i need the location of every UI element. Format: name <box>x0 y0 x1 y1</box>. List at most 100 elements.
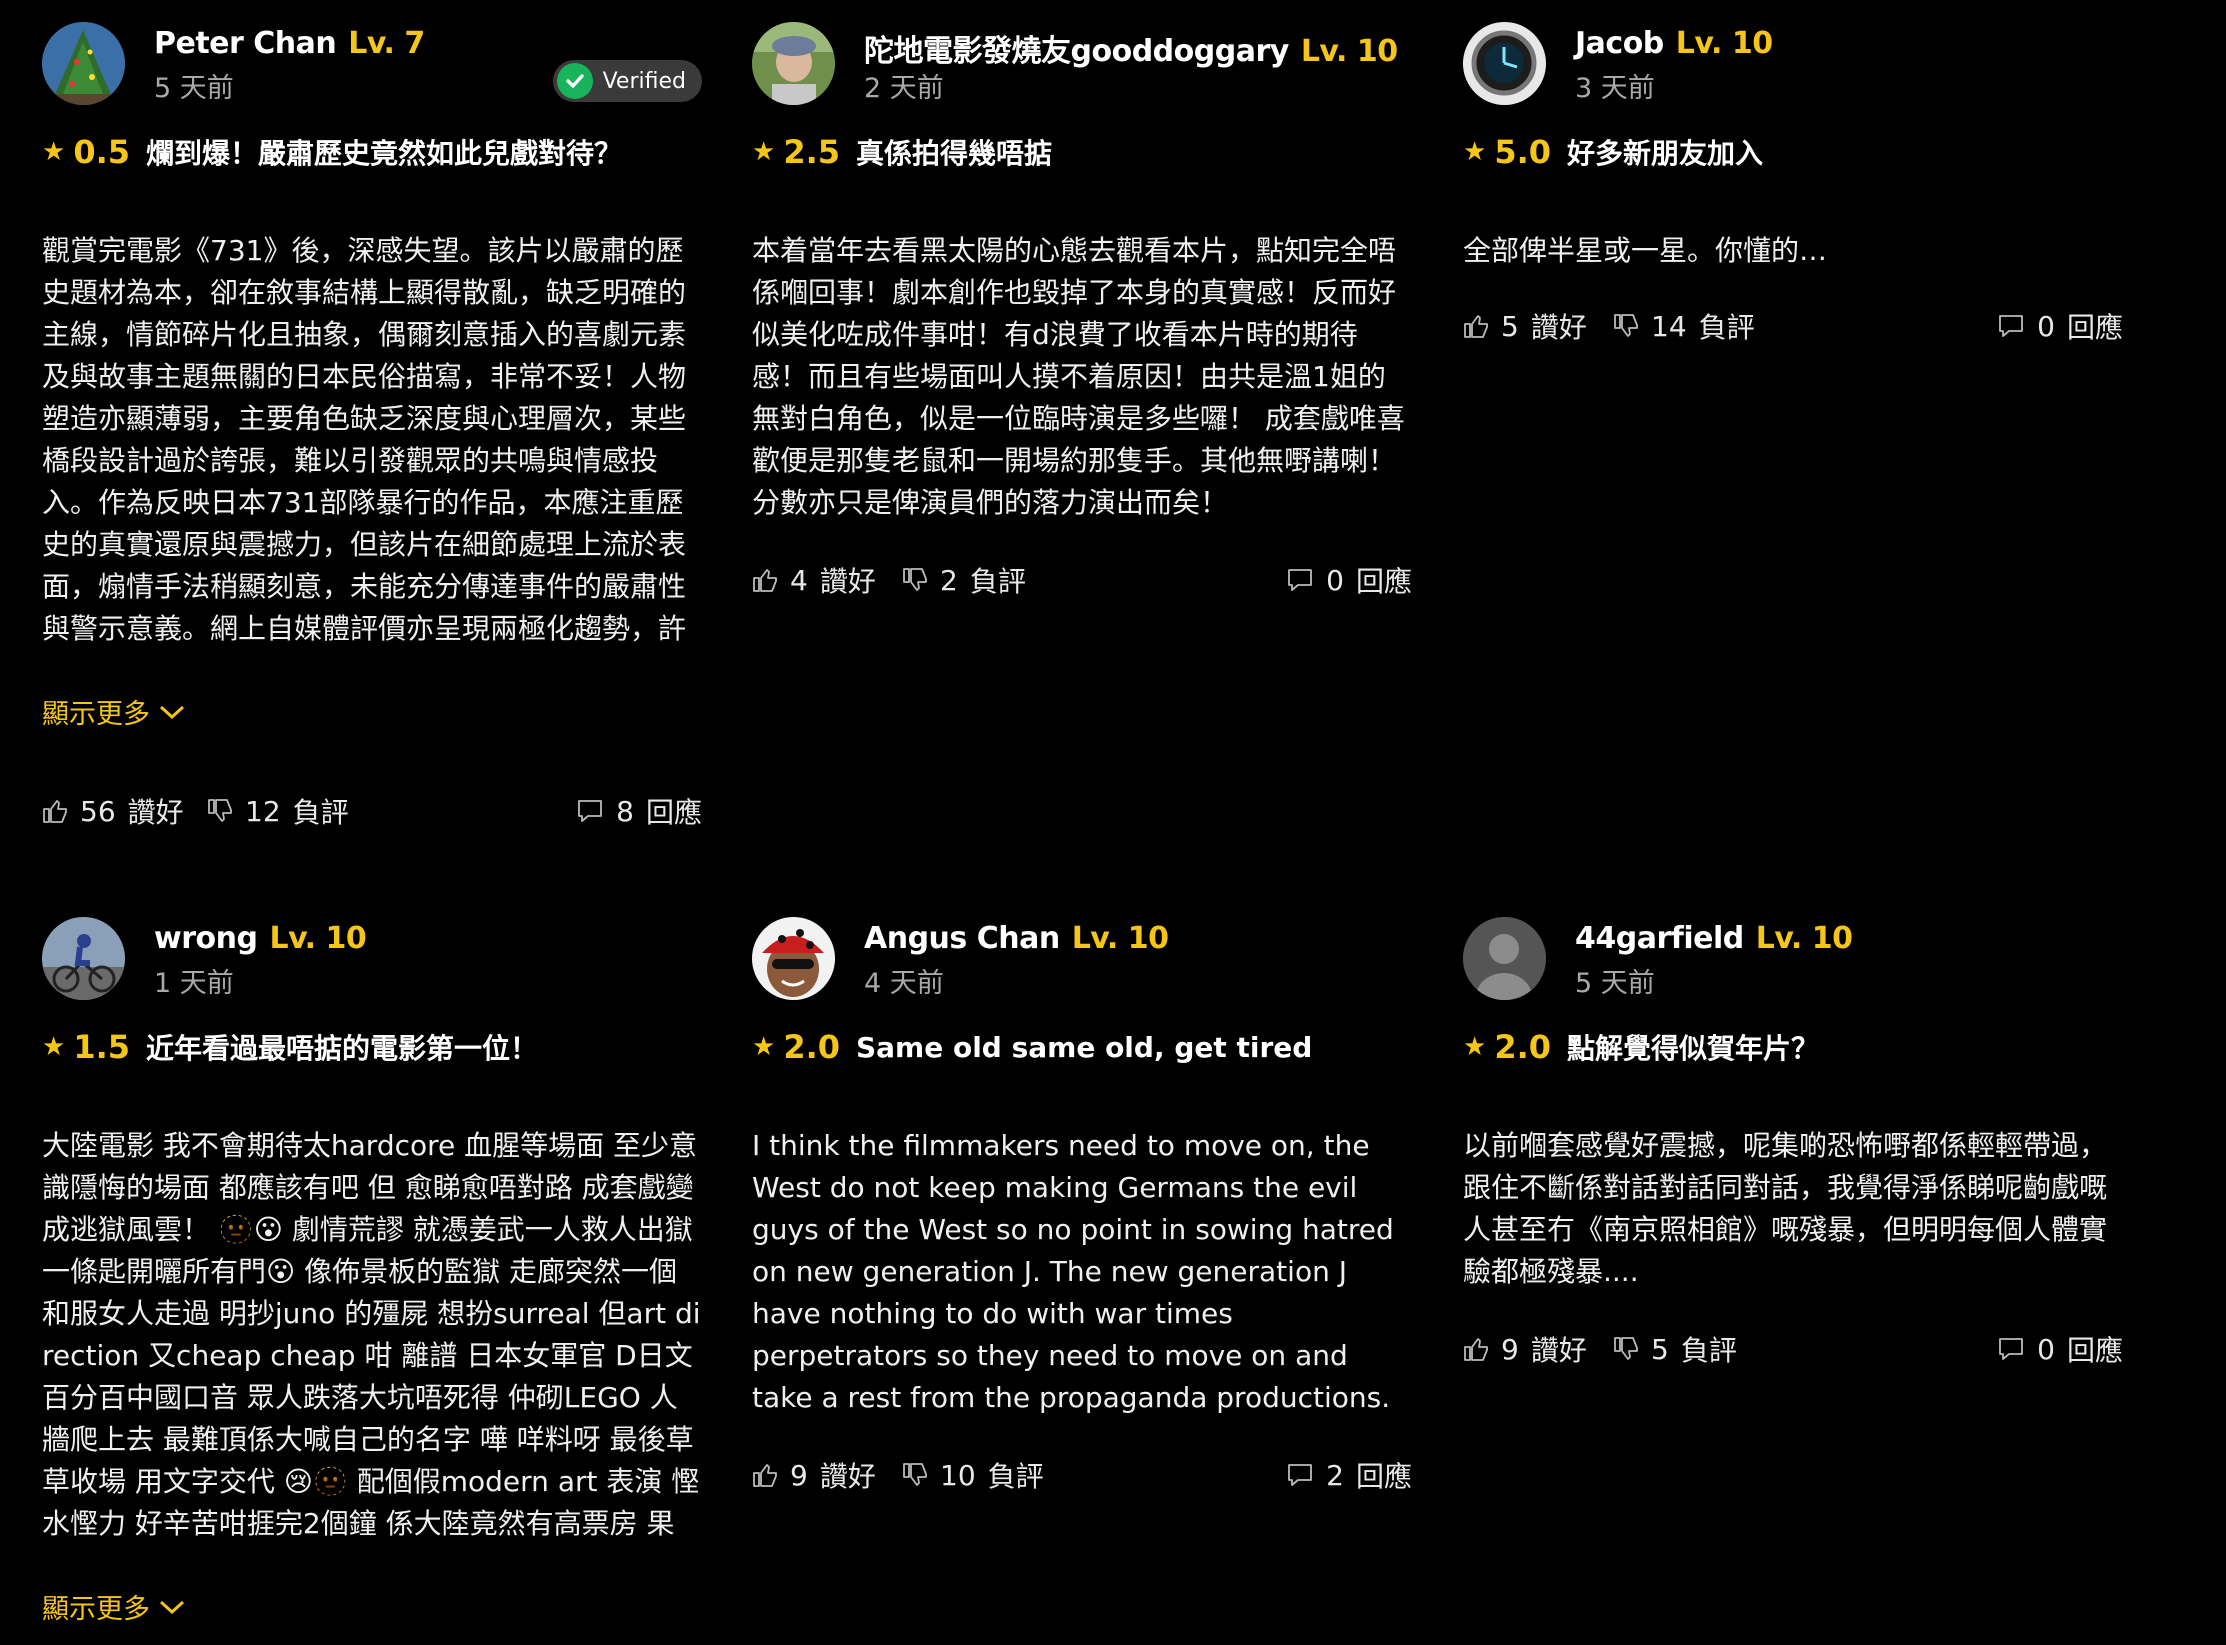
like-count: 56 <box>80 794 116 828</box>
reply-label: 回應 <box>1355 565 1412 598</box>
review-body: 觀賞完電影《731》後，深感失望。該片以嚴肅的歷史題材為本，卻在敘事結構上顯得散… <box>42 234 687 645</box>
rating-row: ★ 0.5 爛到爆！嚴肅歷史竟然如此兒戲對待？ <box>42 132 702 172</box>
thumbs-up-icon <box>753 1464 777 1487</box>
review-header: Angus Chan Lv. 10 4 天前 <box>752 915 1412 1001</box>
chevron-down-icon <box>159 1600 185 1614</box>
comment-icon <box>1999 1338 2024 1360</box>
reply-button[interactable]: 0 回應 <box>1286 560 1412 600</box>
dislike-button[interactable]: 12 負評 <box>207 791 349 831</box>
review-card: Jacob Lv. 10 3 天前 ★ 5.0 好多新朋友加入 全部俾半星或一星。… <box>1463 20 2123 350</box>
username[interactable]: Peter Chan Lv. 7 <box>154 26 425 61</box>
review-header: Jacob Lv. 10 3 天前 <box>1463 20 2123 106</box>
check-icon <box>556 63 593 99</box>
verified-label: Verified <box>602 68 686 94</box>
star-icon: ★ <box>1463 137 1487 167</box>
like-count: 5 <box>1501 309 1519 343</box>
avatar[interactable] <box>1463 22 1546 105</box>
comment-icon <box>1288 569 1313 591</box>
dislike-count: 12 <box>245 794 281 828</box>
thumbs-up-icon <box>1464 315 1488 338</box>
like-label: 讚好 <box>127 796 184 829</box>
action-bar: 5 讚好 14 負評 0 回應 <box>1463 306 2123 350</box>
rating-row: ★ 2.0 點解覺得似賀年片？ <box>1463 1027 2123 1067</box>
user-level: Lv. 10 <box>1755 921 1853 956</box>
dislike-count: 10 <box>940 1458 976 1492</box>
thumbs-down-icon <box>1614 314 1638 337</box>
reply-label: 回應 <box>2066 1334 2123 1367</box>
dislike-button[interactable]: 2 負評 <box>902 560 1026 600</box>
dislike-count: 5 <box>1651 1332 1669 1366</box>
reply-count: 8 <box>616 794 634 828</box>
dislike-button[interactable]: 10 負評 <box>902 1455 1044 1495</box>
reply-button[interactable]: 0 回應 <box>1997 306 2123 346</box>
star-icon: ★ <box>752 137 776 167</box>
comment-icon <box>1288 1464 1313 1486</box>
reply-count: 0 <box>2037 1332 2055 1366</box>
review-card: wrong Lv. 10 1 天前 ★ 1.5 近年看過最唔掂的電影第一位！ 大陸… <box>42 915 702 1626</box>
user-level: Lv. 10 <box>1675 26 1773 61</box>
rating-row: ★ 5.0 好多新朋友加入 <box>1463 132 2123 172</box>
avatar[interactable] <box>1463 917 1546 1000</box>
dislike-label: 負評 <box>987 1460 1044 1493</box>
star-icon: ★ <box>752 1032 776 1062</box>
like-button[interactable]: 9 讚好 <box>1463 1329 1587 1369</box>
like-count: 9 <box>1501 1332 1519 1366</box>
review-title: 好多新朋友加入 <box>1567 137 1764 170</box>
reply-button[interactable]: 2 回應 <box>1286 1455 1412 1495</box>
rating-score: 2.0 <box>783 1028 840 1066</box>
dislike-button[interactable]: 14 負評 <box>1613 306 1755 346</box>
rating-score: 2.5 <box>783 133 840 171</box>
review-time: 1 天前 <box>154 968 234 999</box>
dislike-button[interactable]: 5 負評 <box>1613 1329 1737 1369</box>
dislike-count: 2 <box>940 563 958 597</box>
thumbs-down-icon <box>208 799 232 822</box>
user-level: Lv. 7 <box>348 26 425 61</box>
username[interactable]: 陀地電影發燒友gooddoggary Lv. 10 <box>864 26 1398 70</box>
like-label: 讚好 <box>819 565 876 598</box>
rating-score: 5.0 <box>1494 133 1551 171</box>
review-card: Peter Chan Lv. 7 5 天前 Verified ★ 0.5 爛到爆！… <box>42 20 702 835</box>
show-more-button[interactable]: 顯示更多 <box>42 692 702 731</box>
reply-button[interactable]: 0 回應 <box>1997 1329 2123 1369</box>
username[interactable]: Angus Chan Lv. 10 <box>864 921 1169 956</box>
reply-label: 回應 <box>1355 1460 1412 1493</box>
avatar[interactable] <box>42 22 125 105</box>
dislike-count: 14 <box>1651 309 1687 343</box>
rating-row: ★ 2.5 真係拍得幾唔掂 <box>752 132 1412 172</box>
thumbs-down-icon <box>903 1463 927 1486</box>
review-body: 全部俾半星或一星。你懂的… <box>1463 234 1828 267</box>
show-more-button[interactable]: 顯示更多 <box>42 1587 702 1626</box>
comment-icon <box>578 800 603 822</box>
thumbs-down-icon <box>1614 1337 1638 1360</box>
username[interactable]: wrong Lv. 10 <box>154 921 367 956</box>
like-button[interactable]: 56 讚好 <box>42 791 184 831</box>
avatar[interactable] <box>752 917 835 1000</box>
review-body: 以前嗰套感覺好震撼，呢集啲恐怖嘢都係輕輕帶過，跟住不斷係對話對話同對話，我覺得淨… <box>1463 1129 2108 1288</box>
review-card: 陀地電影發燒友gooddoggary Lv. 10 2 天前 ★ 2.5 真係拍得… <box>752 20 1412 604</box>
avatar[interactable] <box>752 22 835 105</box>
user-level: Lv. 10 <box>1300 34 1398 69</box>
show-more-label: 顯示更多 <box>42 699 150 730</box>
dislike-label: 負評 <box>292 796 349 829</box>
username[interactable]: Jacob Lv. 10 <box>1575 26 1773 61</box>
review-title: 爛到爆！嚴肅歷史竟然如此兒戲對待？ <box>146 137 623 170</box>
review-title: 真係拍得幾唔掂 <box>856 137 1053 170</box>
thumbs-up-icon <box>43 800 67 823</box>
review-body: 本着當年去看黑太陽的心態去觀看本片，點知完全唔係嗰回事！劇本創作也毀掉了本身的真… <box>752 234 1405 519</box>
action-bar: 4 讚好 2 負評 0 回應 <box>752 560 1412 604</box>
star-icon: ★ <box>42 137 66 167</box>
review-card: 44garfield Lv. 10 5 天前 ★ 2.0 點解覺得似賀年片？ 以前… <box>1463 915 2123 1373</box>
reply-label: 回應 <box>645 796 702 829</box>
review-header: wrong Lv. 10 1 天前 <box>42 915 702 1001</box>
like-button[interactable]: 4 讚好 <box>752 560 876 600</box>
dislike-label: 負評 <box>1698 311 1755 344</box>
like-label: 讚好 <box>1530 1334 1587 1367</box>
review-title: 點解覺得似賀年片？ <box>1567 1032 1820 1065</box>
like-button[interactable]: 5 讚好 <box>1463 306 1587 346</box>
reply-button[interactable]: 8 回應 <box>576 791 702 831</box>
like-button[interactable]: 9 讚好 <box>752 1455 876 1495</box>
star-icon: ★ <box>42 1032 66 1062</box>
rating-row: ★ 1.5 近年看過最唔掂的電影第一位！ <box>42 1027 702 1067</box>
username[interactable]: 44garfield Lv. 10 <box>1575 921 1853 956</box>
avatar[interactable] <box>42 917 125 1000</box>
